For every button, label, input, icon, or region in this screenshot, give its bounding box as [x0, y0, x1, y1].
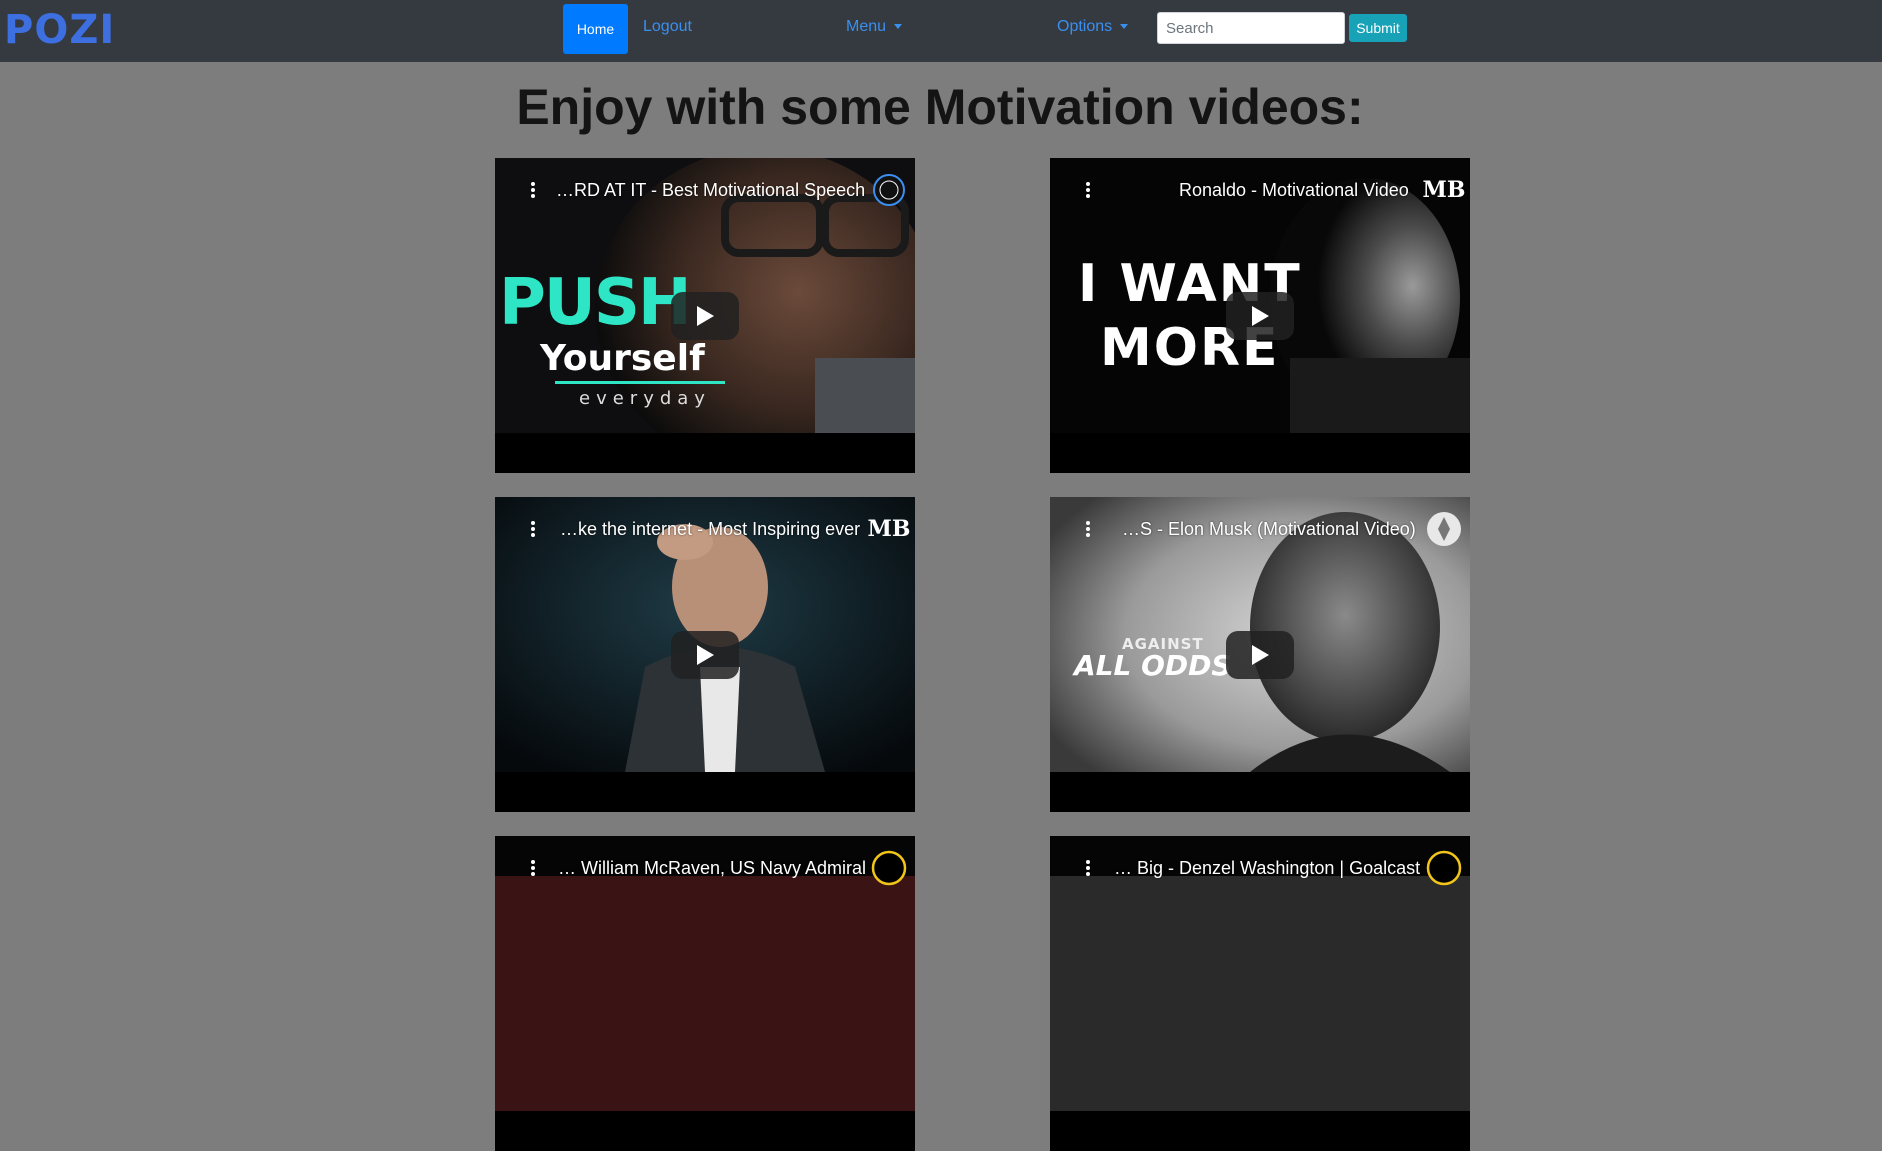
play-button[interactable]: [671, 631, 739, 679]
video-embed-5[interactable]: … William McRaven, US Navy Admiral: [495, 836, 915, 1151]
brand-logo[interactable]: POZI: [4, 6, 115, 54]
play-button[interactable]: [1226, 292, 1294, 340]
navbar: POZI Home Logout Menu Options Submit: [0, 0, 1882, 62]
nav-menu-dropdown[interactable]: Menu: [846, 18, 903, 36]
video-embed-1[interactable]: PUSH Yourself everyday …RD AT IT - Best …: [495, 158, 915, 473]
more-options-icon[interactable]: [1078, 180, 1098, 200]
channel-logo-icon[interactable]: MB: [868, 511, 911, 547]
submit-button[interactable]: Submit: [1349, 14, 1407, 42]
play-icon: [1252, 306, 1269, 326]
video-title[interactable]: …S - Elon Musk (Motivational Video): [1122, 519, 1416, 540]
thumbnail-underline: [555, 381, 725, 384]
nav-options-label: Options: [1057, 18, 1113, 35]
nav-options-dropdown[interactable]: Options: [1057, 18, 1129, 36]
page-title: Enjoy with some Motivation videos:: [516, 79, 1364, 135]
thumbnail-text-push: PUSH: [499, 266, 692, 340]
channel-logo-icon[interactable]: [871, 850, 907, 886]
thumbnail-text-everyday: everyday: [579, 388, 711, 409]
search-input[interactable]: [1157, 12, 1345, 44]
play-button[interactable]: [671, 292, 739, 340]
caret-down-icon: [1120, 24, 1129, 30]
video-title[interactable]: …RD AT IT - Best Motivational Speech: [556, 180, 865, 201]
video-embed-6[interactable]: … Big - Denzel Washington | Goalcast: [1050, 836, 1470, 1151]
channel-logo-icon[interactable]: MB: [1423, 172, 1466, 208]
thumbnail-text-yourself: Yourself: [540, 338, 705, 379]
channel-logo-icon[interactable]: [1426, 511, 1462, 547]
video-title[interactable]: … William McRaven, US Navy Admiral: [558, 858, 866, 879]
video-embed-4[interactable]: AGAINST ALL ODDS …S - Elon Musk (Motivat…: [1050, 497, 1470, 812]
video-title[interactable]: …ke the internet - Most Inspiring ever: [560, 519, 860, 540]
video-embed-3[interactable]: …ke the internet - Most Inspiring ever M…: [495, 497, 915, 812]
play-button[interactable]: [1226, 631, 1294, 679]
nav-home-button[interactable]: Home: [563, 4, 628, 54]
video-title[interactable]: … Big - Denzel Washington | Goalcast: [1114, 858, 1420, 879]
nav-logout-link[interactable]: Logout: [643, 18, 692, 36]
play-icon: [697, 306, 714, 326]
more-options-icon[interactable]: [523, 858, 543, 878]
more-options-icon[interactable]: [1078, 519, 1098, 539]
play-icon: [697, 645, 714, 665]
video-title[interactable]: Ronaldo - Motivational Video: [1179, 180, 1409, 201]
play-icon: [1252, 645, 1269, 665]
nav-menu-label: Menu: [846, 18, 887, 35]
thumbnail-text-line2: ALL ODDS: [1074, 649, 1232, 682]
caret-down-icon: [894, 24, 903, 30]
channel-logo-icon[interactable]: [1426, 850, 1462, 886]
more-options-icon[interactable]: [523, 519, 543, 539]
video-embed-2[interactable]: I WANT MORE Ronaldo - Motivational Video…: [1050, 158, 1470, 473]
channel-logo-icon[interactable]: [871, 172, 907, 208]
more-options-icon[interactable]: [523, 180, 543, 200]
more-options-icon[interactable]: [1078, 858, 1098, 878]
